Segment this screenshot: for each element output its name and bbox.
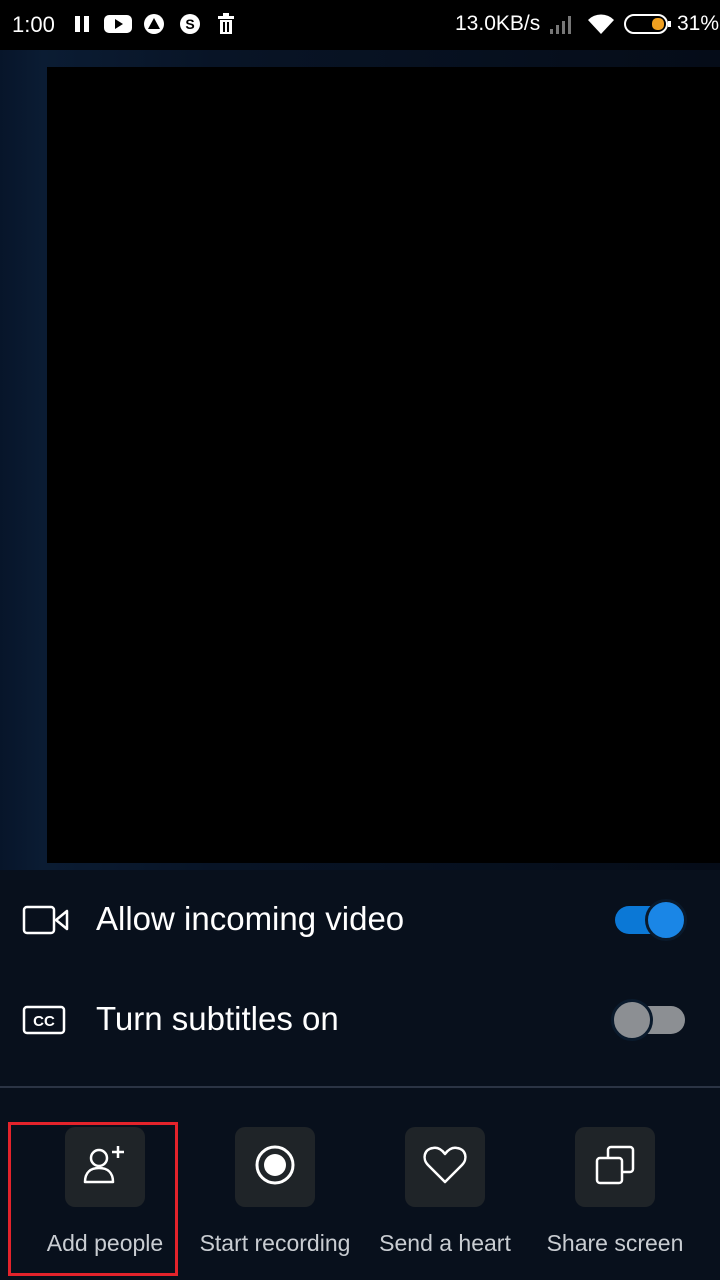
heart-icon [422,1145,468,1190]
svg-text:CC: CC [33,1013,55,1030]
option-label: Allow incoming video [96,900,405,937]
divider [0,1086,720,1088]
network-speed: 13.0KB/s [455,12,541,35]
pause-icon [70,12,94,36]
svg-text:S: S [185,16,194,32]
video-feed[interactable] [47,67,720,863]
status-time: 1:00 [12,12,55,37]
start-recording-label: Start recording [199,1230,351,1256]
incoming-video-toggle[interactable] [615,899,687,941]
send-heart-action[interactable]: Send a heart [360,1127,530,1267]
youtube-icon [104,12,132,36]
toggle-knob [645,899,687,941]
share-screen-button[interactable] [575,1127,655,1207]
option-allow-incoming-video[interactable]: Allow incoming video [0,870,720,970]
closed-captions-icon: CC [22,1005,66,1040]
subtitles-toggle[interactable] [611,999,685,1041]
send-heart-label: Send a heart [379,1230,511,1256]
start-recording-button[interactable] [235,1127,315,1207]
app-a-icon [142,12,166,36]
signal-icon [548,12,576,36]
battery-icon [624,12,672,36]
wifi-icon [586,12,616,36]
option-label: Turn subtitles on [96,1000,339,1037]
toggle-knob [611,999,653,1041]
start-recording-action[interactable]: Start recording [190,1127,360,1267]
send-heart-button[interactable] [405,1127,485,1207]
record-icon [254,1144,296,1191]
option-turn-subtitles-on[interactable]: CC Turn subtitles on [0,970,720,1070]
video-camera-icon [22,905,70,940]
share-screen-icon [594,1144,636,1191]
status-bar: 1:00 S 13.0KB/s 31% [0,0,720,50]
highlight-box [8,1122,178,1276]
share-screen-action[interactable]: Share screen [530,1127,700,1267]
skype-icon: S [178,12,202,36]
trash-icon [214,12,238,36]
battery-percent: 31% [677,12,720,35]
share-screen-label: Share screen [546,1230,684,1256]
